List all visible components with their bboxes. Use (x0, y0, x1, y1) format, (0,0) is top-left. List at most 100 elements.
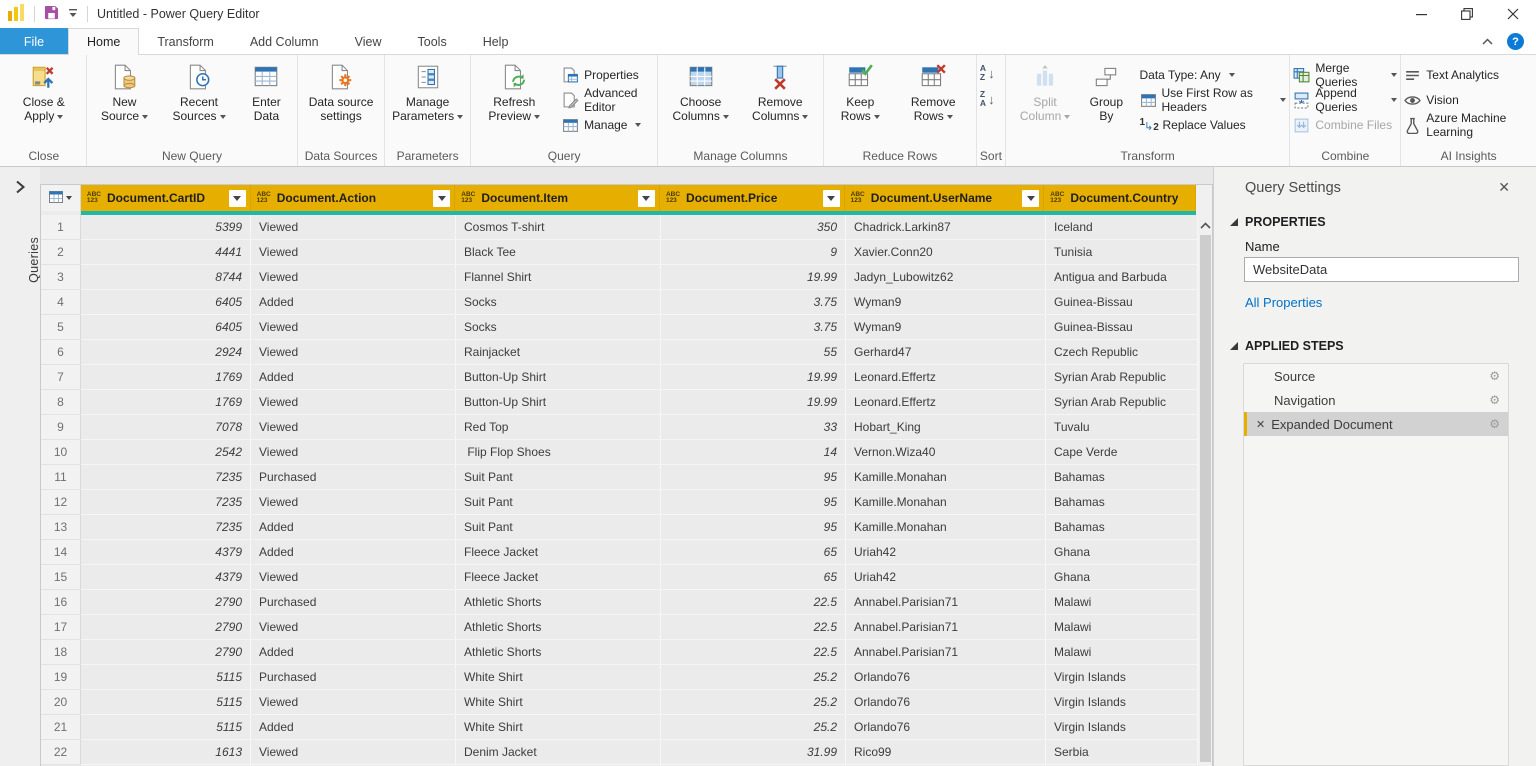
filter-dropdown-icon[interactable] (1022, 189, 1040, 207)
cell-document.country[interactable]: Virgin Islands (1046, 715, 1198, 740)
cell-document.price[interactable]: 95 (661, 490, 846, 515)
data-source-settings-button[interactable]: Data source settings (301, 60, 381, 123)
cell-document.action[interactable]: Viewed (251, 415, 456, 440)
column-header-document.cartid[interactable]: ABC 123 Document.CartID (80, 185, 251, 211)
queries-pane-tab[interactable]: Queries (27, 237, 41, 283)
cell-document.price[interactable]: 3.75 (661, 290, 846, 315)
use-first-row-as-headers-button[interactable]: Use First Row as Headers (1140, 86, 1287, 114)
cell-document.action[interactable]: Added (251, 715, 456, 740)
column-header-document.price[interactable]: ABC 123 Document.Price (659, 185, 845, 211)
cell-document.cartid[interactable]: 1613 (81, 740, 251, 765)
cell-document.price[interactable]: 65 (661, 565, 846, 590)
row-number[interactable]: 12 (41, 490, 81, 515)
cell-document.price[interactable]: 33 (661, 415, 846, 440)
keep-rows-button[interactable]: Keep Rows (827, 60, 893, 123)
cell-document.country[interactable]: Bahamas (1046, 490, 1198, 515)
cell-document.country[interactable]: Tuvalu (1046, 415, 1198, 440)
row-number[interactable]: 15 (41, 565, 81, 590)
cell-document.username[interactable]: Wyman9 (846, 315, 1046, 340)
cell-document.country[interactable]: Syrian Arab Republic (1046, 365, 1198, 390)
row-number[interactable]: 14 (41, 540, 81, 565)
split-column-button[interactable]: Split Column (1009, 60, 1081, 123)
column-header-document.country[interactable]: ABC 123 Document.Country (1044, 185, 1197, 211)
cell-document.item[interactable]: Flip Flop Shoes (456, 440, 661, 465)
applied-step-navigation[interactable]: Navigation ⚙ (1244, 388, 1508, 412)
tab-file[interactable]: File (0, 28, 68, 55)
cell-document.username[interactable]: Annabel.Parisian71 (846, 590, 1046, 615)
row-number[interactable]: 7 (41, 365, 81, 390)
cell-document.action[interactable]: Viewed (251, 740, 456, 765)
row-number[interactable]: 22 (41, 740, 81, 765)
cell-document.price[interactable]: 350 (661, 215, 846, 240)
cell-document.action[interactable]: Added (251, 365, 456, 390)
cell-document.username[interactable]: Kamille.Monahan (846, 465, 1046, 490)
collapse-ribbon-icon[interactable] (1481, 35, 1494, 49)
scroll-up-icon[interactable] (1198, 215, 1212, 235)
cell-document.cartid[interactable]: 7235 (81, 490, 251, 515)
sort-descending-button[interactable]: ZA ↓ (980, 90, 995, 108)
cell-document.country[interactable]: Malawi (1046, 640, 1198, 665)
cell-document.country[interactable]: Bahamas (1046, 465, 1198, 490)
properties-section-header[interactable]: PROPERTIES (1230, 215, 1326, 229)
cell-document.action[interactable]: Viewed (251, 690, 456, 715)
manage-button[interactable]: Manage (562, 116, 654, 134)
vision-button[interactable]: Vision (1404, 91, 1533, 109)
row-number[interactable]: 10 (41, 440, 81, 465)
cell-document.cartid[interactable]: 5399 (81, 215, 251, 240)
tab-help[interactable]: Help (465, 28, 527, 55)
vertical-scrollbar[interactable] (1198, 215, 1212, 766)
recent-sources-button[interactable]: Recent Sources (159, 60, 238, 123)
cell-document.username[interactable]: Rico99 (846, 740, 1046, 765)
cell-document.username[interactable]: Uriah42 (846, 540, 1046, 565)
cell-document.price[interactable]: 25.2 (661, 690, 846, 715)
cell-document.item[interactable]: White Shirt (456, 665, 661, 690)
cell-document.cartid[interactable]: 2924 (81, 340, 251, 365)
combine-files-button[interactable]: Combine Files (1293, 116, 1397, 134)
cell-document.action[interactable]: Viewed (251, 565, 456, 590)
cell-document.cartid[interactable]: 7235 (81, 515, 251, 540)
cell-document.action[interactable]: Viewed (251, 215, 456, 240)
row-number[interactable]: 5 (41, 315, 81, 340)
tab-tools[interactable]: Tools (400, 28, 465, 55)
row-number[interactable]: 4 (41, 290, 81, 315)
cell-document.item[interactable]: Red Top (456, 415, 661, 440)
filter-dropdown-icon[interactable] (637, 189, 655, 207)
cell-document.item[interactable]: Socks (456, 315, 661, 340)
sort-ascending-button[interactable]: AZ ↓ (980, 64, 995, 82)
cell-document.username[interactable]: Kamille.Monahan (846, 490, 1046, 515)
cell-document.price[interactable]: 22.5 (661, 615, 846, 640)
text-analytics-button[interactable]: Text Analytics (1404, 66, 1533, 84)
cell-document.cartid[interactable]: 1769 (81, 390, 251, 415)
new-source-button[interactable]: New Source (90, 60, 160, 123)
cell-document.country[interactable]: Guinea-Bissau (1046, 290, 1198, 315)
append-queries-button[interactable]: Append Queries (1293, 86, 1398, 114)
restore-button[interactable] (1444, 0, 1490, 28)
manage-parameters-button[interactable]: Manage Parameters (388, 60, 468, 123)
row-number[interactable]: 18 (41, 640, 81, 665)
cell-document.item[interactable]: Suit Pant (456, 465, 661, 490)
cell-document.username[interactable]: Orlando76 (846, 715, 1046, 740)
delete-step-icon[interactable]: ✕ (1256, 418, 1265, 431)
row-number[interactable]: 13 (41, 515, 81, 540)
save-icon[interactable] (44, 5, 59, 23)
cell-document.price[interactable]: 22.5 (661, 640, 846, 665)
cell-document.action[interactable]: Purchased (251, 590, 456, 615)
row-number[interactable]: 6 (41, 340, 81, 365)
cell-document.price[interactable]: 55 (661, 340, 846, 365)
tab-view[interactable]: View (337, 28, 400, 55)
cell-document.item[interactable]: Socks (456, 290, 661, 315)
cell-document.price[interactable]: 25.2 (661, 715, 846, 740)
row-number[interactable]: 19 (41, 665, 81, 690)
row-number[interactable]: 2 (41, 240, 81, 265)
tab-transform[interactable]: Transform (139, 28, 232, 55)
cell-document.username[interactable]: Xavier.Conn20 (846, 240, 1046, 265)
step-settings-gear-icon[interactable]: ⚙ (1489, 393, 1500, 407)
cell-document.country[interactable]: Virgin Islands (1046, 690, 1198, 715)
cell-document.price[interactable]: 3.75 (661, 315, 846, 340)
table-corner-cell[interactable] (41, 185, 81, 211)
replace-values-button[interactable]: 1 ↳ 2 Replace Values (1140, 116, 1287, 134)
cell-document.username[interactable]: Kamille.Monahan (846, 515, 1046, 540)
cell-document.action[interactable]: Added (251, 290, 456, 315)
row-number[interactable]: 11 (41, 465, 81, 490)
cell-document.cartid[interactable]: 5115 (81, 665, 251, 690)
